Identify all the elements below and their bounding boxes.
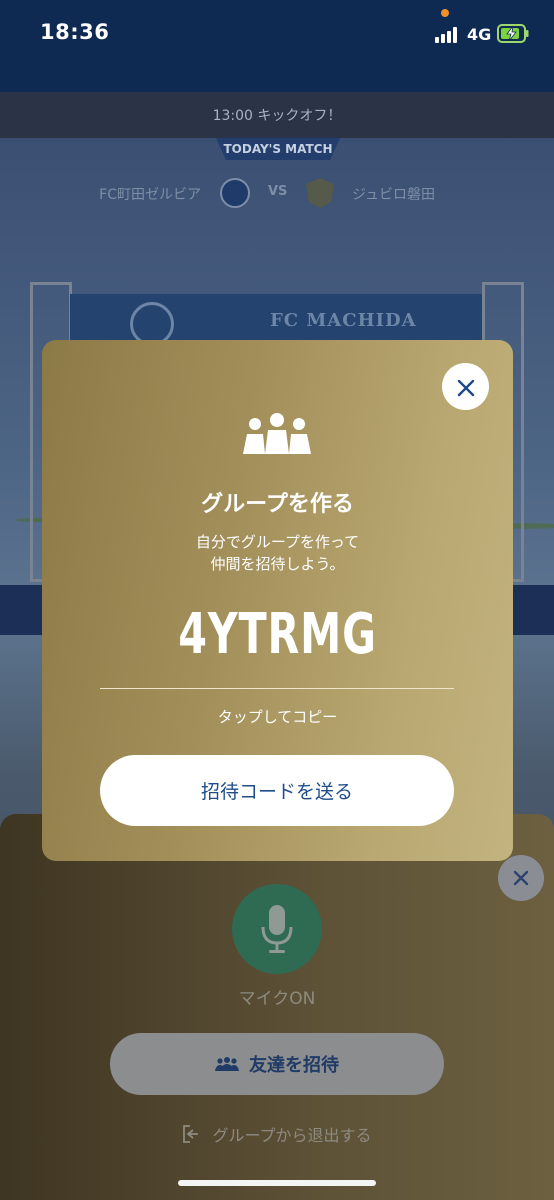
sheet-close-button[interactable] [498, 855, 544, 901]
network-type: 4G [467, 25, 492, 44]
todays-match-tab: TODAY'S MATCH [216, 138, 340, 160]
people-icon [215, 1057, 239, 1071]
invite-friends-button[interactable]: 友達を招待 [110, 1033, 444, 1095]
close-icon [457, 379, 474, 396]
app-screen: 18:36 4G 13:00 キックオフ！ TODAY'S MATCH FC町田… [0, 0, 554, 1200]
send-invite-code-button[interactable]: 招待コードを送る [100, 755, 454, 826]
mic-toggle-button[interactable] [232, 884, 322, 974]
leave-group-label: グループから退出する [212, 1126, 372, 1145]
banner-text: FC MACHIDA [270, 310, 417, 331]
status-bar: 18:36 4G [0, 0, 554, 92]
modal-description-line1: 自分でグループを作って [195, 533, 360, 551]
exit-icon [183, 1125, 199, 1143]
close-icon [513, 870, 529, 886]
recording-dot [441, 9, 449, 17]
home-team-emblem-icon [220, 178, 250, 208]
kickoff-text: 13:00 キックオフ！ [212, 108, 342, 124]
modal-title: グループを作る [201, 492, 354, 517]
battery-charging-icon [497, 24, 529, 43]
matchup: FC町田ゼルビア VS ジュビロ磐田 [0, 175, 554, 211]
leave-group-link[interactable]: グループから退出する [0, 1122, 554, 1146]
away-team-name: ジュビロ磐田 [352, 187, 436, 203]
invite-code[interactable]: 4YTRMG [84, 602, 470, 667]
mic-icon [261, 905, 293, 953]
create-group-modal: グループを作る 自分でグループを作って 仲間を招待しよう。 4YTRMG タップ… [42, 340, 513, 861]
mic-label: マイクON [238, 989, 316, 1009]
modal-description-line2: 仲間を招待しよう。 [210, 555, 345, 573]
code-divider [100, 688, 454, 689]
modal-description: 自分でグループを作って 仲間を招待しよう。 [42, 531, 513, 575]
home-indicator[interactable] [178, 1180, 376, 1186]
away-team-emblem-icon [306, 178, 334, 208]
group-icon [243, 413, 311, 454]
kickoff-bar: 13:00 キックオフ！ [0, 92, 554, 138]
status-time: 18:36 [40, 20, 110, 44]
home-team-name: FC町田ゼルビア [99, 187, 201, 203]
modal-close-button[interactable] [442, 363, 489, 410]
vs-label: VS [268, 184, 288, 199]
invite-friends-label: 友達を招待 [249, 1055, 339, 1076]
signal-icon [435, 27, 459, 43]
copy-hint: タップしてコピー [217, 708, 338, 726]
